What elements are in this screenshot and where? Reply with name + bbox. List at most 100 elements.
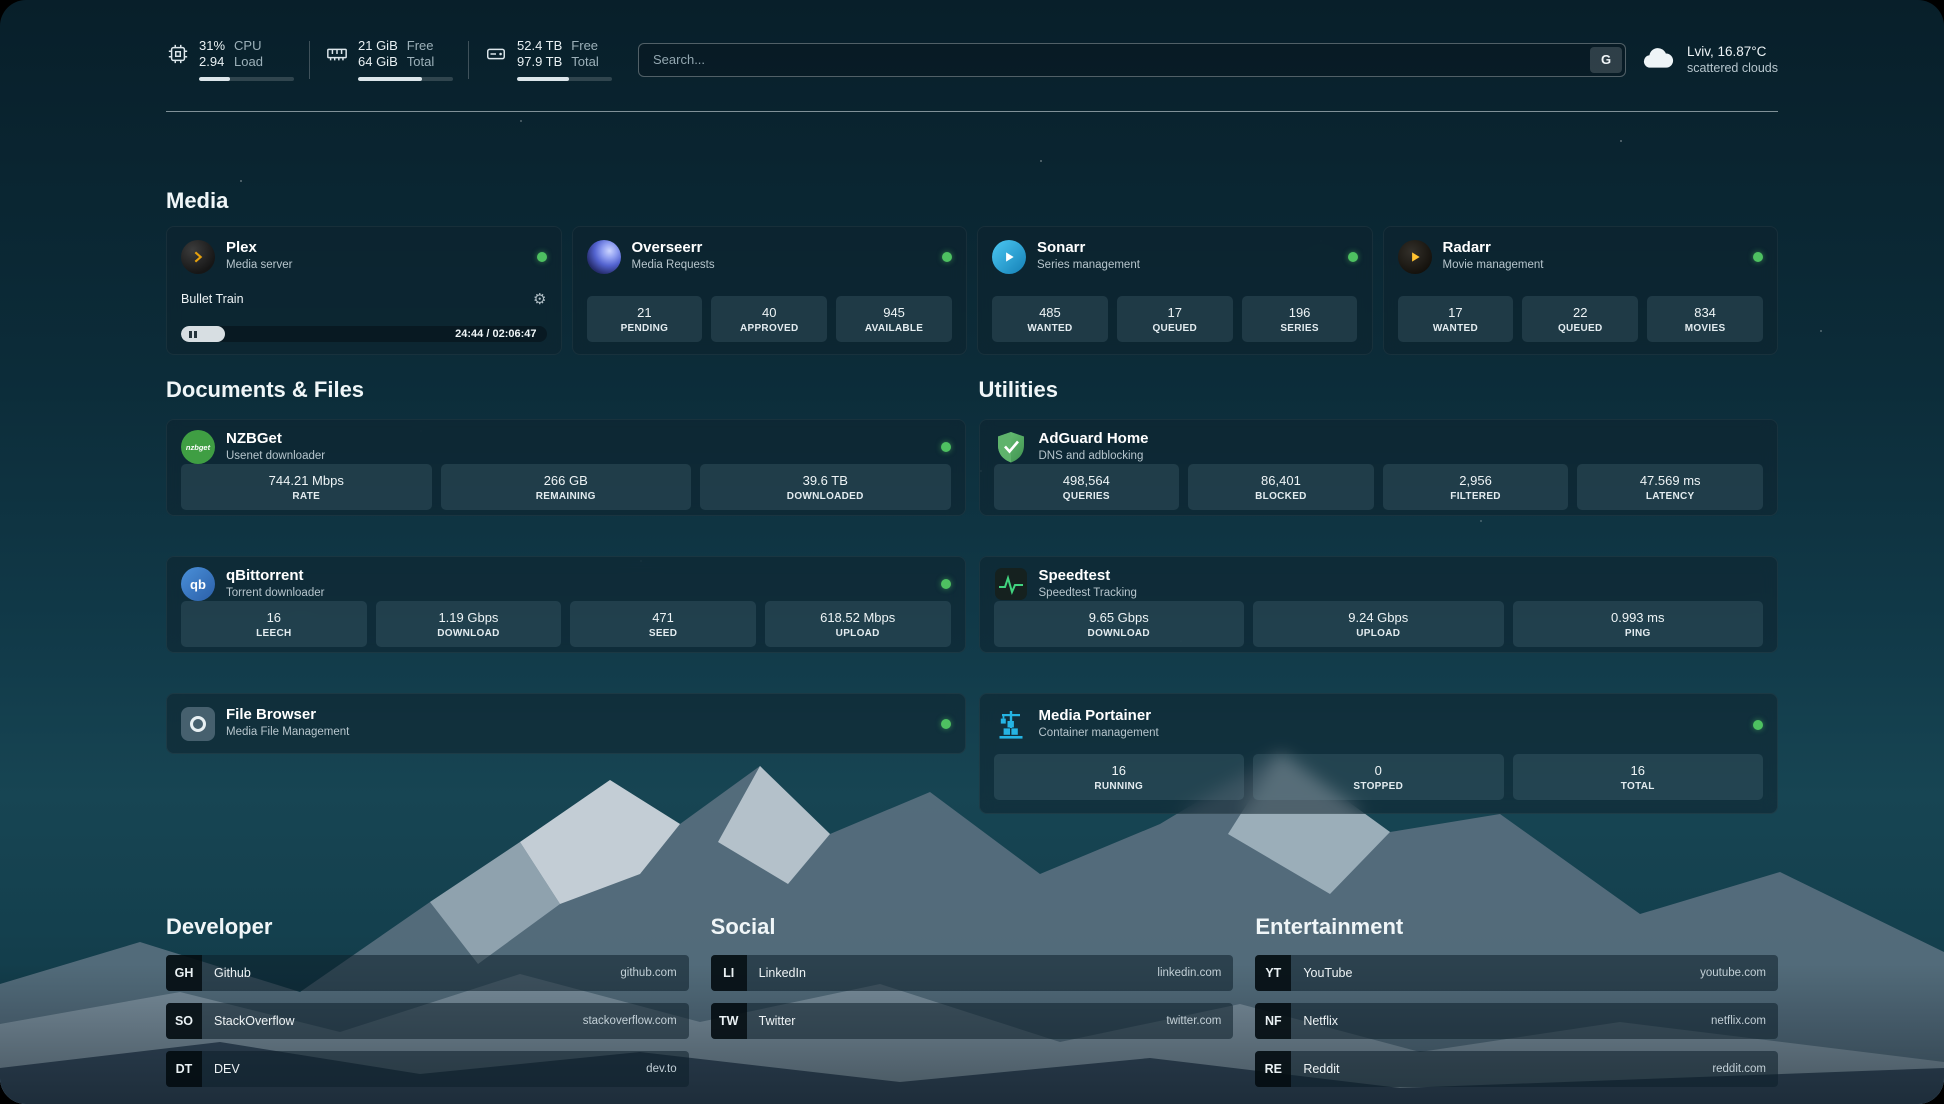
dashboard-screen: 31% 2.94 CPU Load — [0, 0, 1944, 1104]
sonarr-icon — [992, 240, 1026, 274]
app-card-qbittorrent[interactable]: qb qBittorrent Torrent downloader 16LEEC… — [166, 556, 966, 653]
bookmark-netflix[interactable]: NF Netflix netflix.com — [1255, 1003, 1778, 1039]
status-dot-online — [1753, 252, 1763, 262]
stat-pending: 21PENDING — [587, 296, 703, 342]
cpu-icon — [166, 42, 190, 66]
bookmark-stackoverflow[interactable]: SO StackOverflow stackoverflow.com — [166, 1003, 689, 1039]
stat-series: 196SERIES — [1242, 296, 1358, 342]
app-card-portainer[interactable]: Media Portainer Container management 16R… — [979, 693, 1779, 814]
app-subtitle: Container management — [1039, 725, 1159, 742]
stat-approved: 40APPROVED — [711, 296, 827, 342]
app-card-speedtest[interactable]: Speedtest Speedtest Tracking 9.65 GbpsDO… — [979, 556, 1779, 653]
bookmark-name: Reddit — [1303, 1062, 1339, 1076]
netflix-icon: NF — [1255, 1003, 1291, 1039]
app-card-plex[interactable]: Plex Media server Bullet Train ⚙ 24:44 /… — [166, 226, 562, 355]
cpu-percent: 31% — [199, 38, 225, 54]
stat-leech: 16LEECH — [181, 601, 367, 647]
stat-available: 945AVAILABLE — [836, 296, 952, 342]
stat-ping: 0.993 msPING — [1513, 601, 1764, 647]
status-dot-online — [1348, 252, 1358, 262]
stat-latency: 47.569 msLATENCY — [1577, 464, 1763, 510]
stat-seed: 471SEED — [570, 601, 756, 647]
github-icon: GH — [166, 955, 202, 991]
stat-queued: 17QUEUED — [1117, 296, 1233, 342]
stat-download: 1.19 GbpsDOWNLOAD — [376, 601, 562, 647]
stat-wanted: 17WANTED — [1398, 296, 1514, 342]
app-title: File Browser — [226, 706, 349, 723]
cpu-bar — [199, 77, 294, 81]
disk-bar — [517, 77, 612, 81]
section-title-utilities: Utilities — [979, 377, 1779, 403]
ram-free-label: Free — [407, 38, 434, 54]
twitter-icon: TW — [711, 1003, 747, 1039]
bookmarks-developer: Developer GH Github github.com SO StackO… — [166, 914, 689, 1099]
topbar-separator — [468, 41, 469, 79]
stat-running: 16RUNNING — [994, 754, 1245, 800]
search-engine-button[interactable]: G — [1590, 47, 1622, 73]
ram-total: 64 GiB — [358, 54, 398, 70]
stat-rate: 744.21 MbpsRATE — [181, 464, 432, 510]
bookmarks-entertainment: Entertainment YT YouTube youtube.com NF … — [1255, 914, 1778, 1099]
app-card-filebrowser[interactable]: File Browser Media File Management — [166, 693, 966, 754]
bookmark-twitter[interactable]: TW Twitter twitter.com — [711, 1003, 1234, 1039]
cpu-widget: 31% 2.94 CPU Load — [166, 38, 294, 81]
stat-blocked: 86,401BLOCKED — [1188, 464, 1374, 510]
bookmark-dev[interactable]: DT DEV dev.to — [166, 1051, 689, 1087]
settings-gear-icon[interactable]: ⚙ — [533, 290, 546, 308]
bookmark-url: stackoverflow.com — [583, 1015, 677, 1027]
adguard-icon — [994, 430, 1028, 464]
stat-download: 9.65 GbpsDOWNLOAD — [994, 601, 1245, 647]
app-title: qBittorrent — [226, 567, 324, 584]
app-title: Speedtest — [1039, 567, 1137, 584]
app-card-nzbget[interactable]: nzbget NZBGet Usenet downloader 744.21 M… — [166, 419, 966, 516]
playback-progress-bar[interactable]: 24:44 / 02:06:47 — [181, 326, 547, 342]
bookmark-reddit[interactable]: RE Reddit reddit.com — [1255, 1051, 1778, 1087]
search-input[interactable] — [638, 43, 1626, 77]
cloud-icon — [1640, 45, 1676, 75]
bookmark-name: LinkedIn — [759, 966, 806, 980]
stat-movies: 834MOVIES — [1647, 296, 1763, 342]
bookmark-name: StackOverflow — [214, 1014, 295, 1028]
stat-total: 16TOTAL — [1513, 754, 1764, 800]
bookmark-name: Twitter — [759, 1014, 796, 1028]
app-title: Plex — [226, 239, 292, 256]
status-dot-online — [537, 252, 547, 262]
app-card-overseerr[interactable]: Overseerr Media Requests 21PENDING 40APP… — [572, 226, 968, 355]
pause-icon[interactable] — [189, 326, 199, 342]
bookmark-name: YouTube — [1303, 966, 1352, 980]
snow-specks — [0, 0, 2, 2]
app-card-radarr[interactable]: Radarr Movie management 17WANTED 22QUEUE… — [1383, 226, 1779, 355]
bookmark-url: youtube.com — [1700, 967, 1766, 979]
app-title: Radarr — [1443, 239, 1544, 256]
stat-upload: 9.24 GbpsUPLOAD — [1253, 601, 1504, 647]
bookmark-name: Github — [214, 966, 251, 980]
stat-wanted: 485WANTED — [992, 296, 1108, 342]
cpu-load-label: Load — [234, 54, 263, 70]
ram-widget: 21 GiB 64 GiB Free Total — [325, 38, 453, 81]
ram-free: 21 GiB — [358, 38, 398, 54]
overseerr-icon — [587, 240, 621, 274]
dev-icon: DT — [166, 1051, 202, 1087]
status-dot-online — [941, 579, 951, 589]
qbittorrent-icon: qb — [181, 567, 215, 601]
nzbget-icon: nzbget — [181, 430, 215, 464]
bookmark-linkedin[interactable]: LI LinkedIn linkedin.com — [711, 955, 1234, 991]
status-dot-online — [1753, 720, 1763, 730]
bookmark-youtube[interactable]: YT YouTube youtube.com — [1255, 955, 1778, 991]
stat-downloaded: 39.6 TBDOWNLOADED — [700, 464, 951, 510]
topbar-separator — [309, 41, 310, 79]
app-card-adguard[interactable]: AdGuard Home DNS and adblocking 498,564Q… — [979, 419, 1779, 516]
weather-widget: Lviv, 16.87°C scattered clouds — [1640, 43, 1778, 77]
plex-icon — [181, 240, 215, 274]
linkedin-icon: LI — [711, 955, 747, 991]
bookmarks-social: Social LI LinkedIn linkedin.com TW Twitt… — [711, 914, 1234, 1099]
app-subtitle: Series management — [1037, 257, 1140, 274]
disk-total: 97.9 TB — [517, 54, 562, 70]
bookmark-name: Netflix — [1303, 1014, 1338, 1028]
ram-bar — [358, 77, 453, 81]
radarr-icon — [1398, 240, 1432, 274]
app-card-sonarr[interactable]: Sonarr Series management 485WANTED 17QUE… — [977, 226, 1373, 355]
bookmark-github[interactable]: GH Github github.com — [166, 955, 689, 991]
disk-widget: 52.4 TB 97.9 TB Free Total — [484, 38, 612, 81]
youtube-icon: YT — [1255, 955, 1291, 991]
